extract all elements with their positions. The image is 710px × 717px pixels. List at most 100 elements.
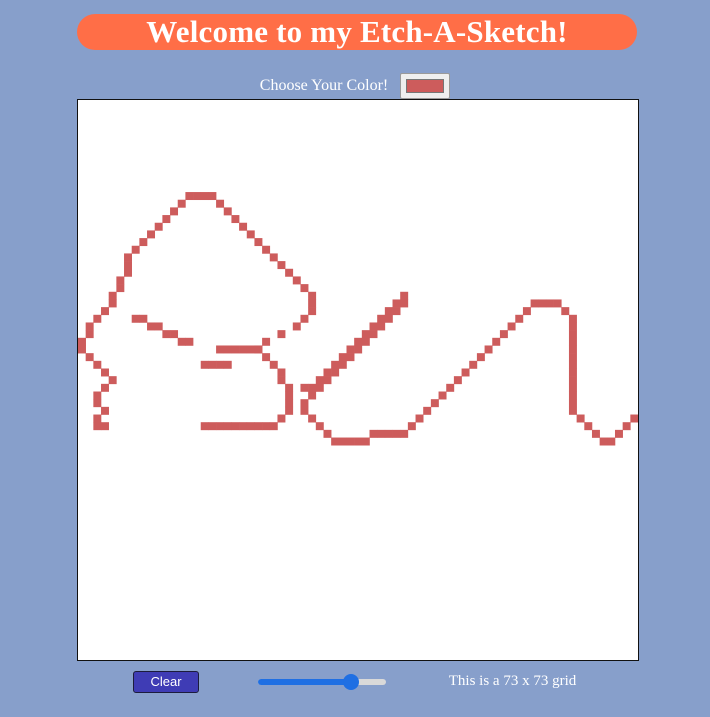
grid-cell-painted[interactable] xyxy=(568,399,577,408)
grid-cell-painted[interactable] xyxy=(361,337,370,346)
grid-cell-painted[interactable] xyxy=(338,353,347,362)
grid-cell-painted[interactable] xyxy=(377,322,386,331)
grid-cell-painted[interactable] xyxy=(308,299,317,308)
grid-cell-painted[interactable] xyxy=(93,414,102,423)
grid-cell-painted[interactable] xyxy=(277,414,286,423)
grid-cell-painted[interactable] xyxy=(147,322,156,331)
grid-cell-painted[interactable] xyxy=(246,230,255,239)
grid-cell-painted[interactable] xyxy=(216,199,225,208)
grid-cell-painted[interactable] xyxy=(568,406,577,415)
grid-size-slider[interactable] xyxy=(258,674,386,690)
grid-cell-painted[interactable] xyxy=(285,391,294,400)
grid-cell-painted[interactable] xyxy=(231,345,240,354)
grid-cell-painted[interactable] xyxy=(315,383,324,392)
grid-cell-painted[interactable] xyxy=(568,314,577,323)
grid-cell-painted[interactable] xyxy=(177,199,186,208)
color-picker-button[interactable] xyxy=(400,73,451,99)
grid-cell-painted[interactable] xyxy=(453,376,462,385)
grid-cell-painted[interactable] xyxy=(354,337,363,346)
grid-cell-painted[interactable] xyxy=(392,299,401,308)
grid-cell-painted[interactable] xyxy=(223,422,232,431)
grid-cell-painted[interactable] xyxy=(568,353,577,362)
slider-thumb[interactable] xyxy=(343,674,359,690)
grid-cell-painted[interactable] xyxy=(285,399,294,408)
grid-cell-painted[interactable] xyxy=(354,345,363,354)
grid-cell-painted[interactable] xyxy=(147,230,156,239)
grid-cell-painted[interactable] xyxy=(185,192,194,201)
grid-cell-painted[interactable] xyxy=(308,383,317,392)
grid-cell-painted[interactable] xyxy=(78,337,86,346)
grid-cell-painted[interactable] xyxy=(507,322,516,331)
grid-cell-painted[interactable] xyxy=(231,422,240,431)
grid-cell-painted[interactable] xyxy=(216,345,225,354)
grid-cell-painted[interactable] xyxy=(262,353,271,362)
grid-cell-painted[interactable] xyxy=(361,330,370,339)
grid-cell-painted[interactable] xyxy=(131,245,140,254)
grid-cell-painted[interactable] xyxy=(162,330,171,339)
grid-cell-painted[interactable] xyxy=(108,376,117,385)
grid-cell-painted[interactable] xyxy=(116,276,125,285)
grid-cell-painted[interactable] xyxy=(614,429,623,438)
grid-cell-painted[interactable] xyxy=(285,383,294,392)
grid-cell-painted[interactable] xyxy=(93,360,102,369)
grid-cell-painted[interactable] xyxy=(369,429,378,438)
grid-cell-painted[interactable] xyxy=(93,314,102,323)
grid-cell-painted[interactable] xyxy=(239,422,248,431)
grid-cell-painted[interactable] xyxy=(269,253,278,262)
grid-cell-painted[interactable] xyxy=(300,314,309,323)
grid-cell-painted[interactable] xyxy=(354,437,363,446)
grid-cell-painted[interactable] xyxy=(277,376,286,385)
grid-cell-painted[interactable] xyxy=(292,276,301,285)
grid-cell-painted[interactable] xyxy=(85,322,94,331)
grid-cell-painted[interactable] xyxy=(461,368,470,377)
grid-cell-painted[interactable] xyxy=(292,322,301,331)
grid-cell-painted[interactable] xyxy=(538,299,547,308)
grid-cell-painted[interactable] xyxy=(400,429,409,438)
grid-cell-painted[interactable] xyxy=(139,238,148,247)
grid-cell-painted[interactable] xyxy=(338,437,347,446)
grid-cell-painted[interactable] xyxy=(124,268,132,277)
grid-cell-painted[interactable] xyxy=(346,437,355,446)
grid-cell-painted[interactable] xyxy=(308,307,317,316)
grid-cell-painted[interactable] xyxy=(262,245,271,254)
grid-cell-painted[interactable] xyxy=(85,353,94,362)
grid-cell-painted[interactable] xyxy=(430,399,439,408)
grid-cell-painted[interactable] xyxy=(377,314,386,323)
grid-cell-painted[interactable] xyxy=(584,422,593,431)
grid-cell-painted[interactable] xyxy=(346,353,355,362)
grid-cell-painted[interactable] xyxy=(515,314,524,323)
grid-cell-painted[interactable] xyxy=(108,291,117,300)
grid-cell-painted[interactable] xyxy=(469,360,478,369)
grid-cell-painted[interactable] xyxy=(622,422,631,431)
grid-cell-painted[interactable] xyxy=(492,337,501,346)
grid-cell-painted[interactable] xyxy=(568,345,577,354)
grid-cell-painted[interactable] xyxy=(101,368,109,377)
grid-cell-painted[interactable] xyxy=(568,322,577,331)
grid-cell-painted[interactable] xyxy=(277,261,286,270)
grid-cell-painted[interactable] xyxy=(568,368,577,377)
grid-cell-painted[interactable] xyxy=(246,422,255,431)
grid-cell-painted[interactable] xyxy=(285,268,294,277)
grid-cell-painted[interactable] xyxy=(162,215,171,224)
grid-cell-painted[interactable] xyxy=(545,299,554,308)
grid-cell-painted[interactable] xyxy=(568,360,577,369)
grid-cell-painted[interactable] xyxy=(568,337,577,346)
grid-cell-painted[interactable] xyxy=(630,414,638,423)
grid-cell-painted[interactable] xyxy=(591,429,600,438)
grid-cell-painted[interactable] xyxy=(300,284,309,293)
grid-cell-painted[interactable] xyxy=(438,391,447,400)
grid-cell-painted[interactable] xyxy=(101,307,109,316)
grid-cell-painted[interactable] xyxy=(323,376,332,385)
grid-cell-painted[interactable] xyxy=(239,222,248,231)
grid-cell-painted[interactable] xyxy=(568,391,577,400)
grid-cell-painted[interactable] xyxy=(231,215,240,224)
grid-cell-painted[interactable] xyxy=(568,330,577,339)
grid-cell-painted[interactable] xyxy=(369,330,378,339)
grid-cell-painted[interactable] xyxy=(93,399,102,408)
grid-cell-painted[interactable] xyxy=(369,322,378,331)
grid-cell-painted[interactable] xyxy=(208,422,217,431)
grid-cell-painted[interactable] xyxy=(315,376,324,385)
grid-cell-painted[interactable] xyxy=(262,422,271,431)
grid-cell-painted[interactable] xyxy=(323,368,332,377)
grid-cell-painted[interactable] xyxy=(331,437,340,446)
